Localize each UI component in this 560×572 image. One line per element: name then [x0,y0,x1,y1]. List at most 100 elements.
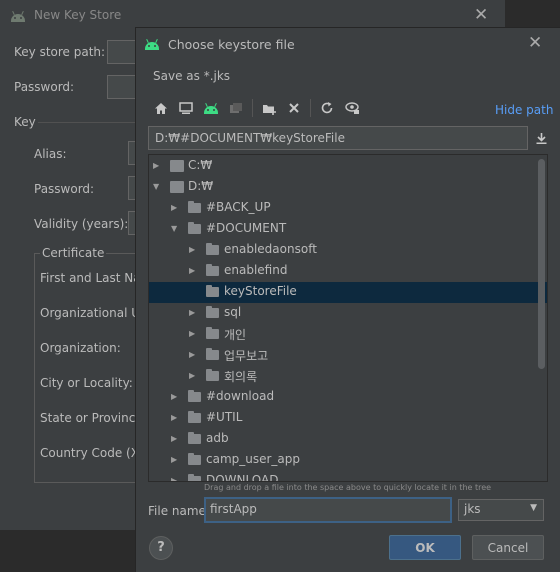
tree-node[interactable]: ▶ #BACK_UP [149,198,547,219]
close-icon[interactable]: ✕ [528,33,542,53]
tree-node-selected[interactable]: keyStoreFile [149,282,547,303]
expand-arrow-icon[interactable]: ▶ [171,433,181,445]
window-title: New Key Store [34,8,122,22]
expand-arrow-icon[interactable]: ▶ [171,391,181,403]
tree-node-label: #DOCUMENT [206,221,287,235]
folder-icon [188,474,201,481]
validity-label: Validity (years): [34,217,129,231]
tree-node-label: enabledaonsoft [224,242,317,256]
save-as-label: Save as *.jks [153,69,231,83]
tree-node-label: #UTIL [206,410,243,424]
tree-scrollbar[interactable] [538,159,545,369]
folder-icon [206,264,219,276]
tree-node[interactable]: ▼ #DOCUMENT [149,219,547,240]
toolbar [151,97,362,119]
path-input[interactable]: D:₩#DOCUMENT₩keyStoreFile [148,126,528,150]
folder-icon [188,222,201,234]
tree-node[interactable]: ▼ D:₩ [149,177,547,198]
extension-select[interactable]: jks ▼ [458,499,544,521]
folder-icon [188,390,201,402]
tree-node[interactable]: ▶ sql [149,303,547,324]
expand-arrow-icon[interactable]: ▶ [171,475,181,481]
tree-node-label: #BACK_UP [206,200,271,214]
cancel-button[interactable]: Cancel [472,535,544,560]
folder-icon [206,327,219,339]
download-icon[interactable] [531,128,551,148]
file-name-input[interactable]: firstApp [204,497,452,523]
alias-label: Alias: [34,147,67,161]
tree-node[interactable]: ▶ camp_user_app [149,450,547,471]
tree-node[interactable]: ▶ C:₩ [149,156,547,177]
folder-icon [188,201,201,213]
desktop-icon[interactable] [176,98,196,118]
tree-node[interactable]: ▶ 개인 [149,324,547,345]
tree-node-label: keyStoreFile [224,284,297,298]
expand-arrow-icon[interactable]: ▶ [189,370,199,382]
certificate-legend: Certificate [40,246,107,260]
keystore-path-field[interactable] [107,40,137,64]
expand-arrow-icon[interactable]: ▶ [189,328,199,340]
tree-node[interactable]: ▶ 회의록 [149,366,547,387]
close-icon[interactable]: ✕ [474,5,488,25]
drive-icon [170,160,184,172]
delete-icon[interactable] [284,98,304,118]
expand-arrow-icon[interactable]: ▶ [189,349,199,361]
cert-field-label: State or Province: [40,411,147,425]
tree-node-label: adb [206,431,229,445]
tree-node[interactable]: ▶ 업무보고 [149,345,547,366]
refresh-icon[interactable] [317,98,337,118]
help-button[interactable]: ? [149,536,173,560]
collapse-arrow-icon[interactable]: ▼ [171,223,181,235]
choose-keystore-dialog: Choose keystore file ✕ Save as *.jks Hid [135,27,560,572]
expand-arrow-icon[interactable]: ▶ [189,244,199,256]
cert-field-label: First and Last Nar [40,271,146,285]
android-project-icon[interactable] [201,98,221,118]
expand-arrow-icon[interactable]: ▶ [171,412,181,424]
folder-icon [206,306,219,318]
extension-value: jks [464,502,481,516]
toolbar-separator [310,99,311,117]
tree-node[interactable]: ▶ adb [149,429,547,450]
folder-icon [206,285,219,297]
section-divider [38,122,138,123]
folder-icon [188,432,201,444]
file-name-label: File name: [148,504,210,518]
tree-node-label: D:₩ [188,179,214,193]
tree-node-label: 업무보고 [224,349,269,363]
key-section-label: Key [14,115,36,129]
expand-arrow-icon[interactable]: ▶ [153,160,163,172]
home-icon[interactable] [151,98,171,118]
folder-icon [206,348,219,360]
folder-icon [188,411,201,423]
cert-field-label: Organizational Ur [40,306,145,320]
ok-button[interactable]: OK [389,535,461,560]
password-field[interactable] [107,75,137,99]
expand-arrow-icon[interactable]: ▶ [171,202,181,214]
dropdown-caret-icon: ▼ [530,503,537,513]
cert-field-label: Country Code (XX [40,446,148,460]
tree-node-label: C:₩ [188,158,213,172]
expand-arrow-icon[interactable]: ▶ [171,454,181,466]
tree-node[interactable]: ▶ #download [149,387,547,408]
tree-node-label: sql [224,305,242,319]
tree-node[interactable]: ▶ enablefind [149,261,547,282]
tree-node-label: enablefind [224,263,288,277]
drag-drop-hint: Drag and drop a file into the space abov… [204,483,492,492]
tree-node[interactable]: ▶ enabledaonsoft [149,240,547,261]
collapse-arrow-icon[interactable]: ▼ [153,181,163,193]
hide-path-link[interactable]: Hide path [495,103,553,117]
keystore-path-label: Key store path: [14,45,106,59]
folder-icon [206,243,219,255]
expand-arrow-icon[interactable]: ▶ [189,307,199,319]
file-tree[interactable]: ▶ C:₩ ▼ D:₩ ▶ #BACK_UP ▼ #DOCUMENT ▶ ena… [148,154,548,482]
module-icon[interactable] [226,98,246,118]
drive-icon [170,181,184,193]
tree-node[interactable]: ▶ #UTIL [149,408,547,429]
new-folder-icon[interactable] [259,98,279,118]
expand-arrow-icon[interactable]: ▶ [189,265,199,277]
cert-field-label: Organization: [40,341,121,355]
tree-node-label: 개인 [224,328,247,342]
tree-node[interactable]: ▶ DOWNLOAD [149,471,547,481]
show-hidden-icon[interactable] [342,98,362,118]
folder-icon [206,369,219,381]
